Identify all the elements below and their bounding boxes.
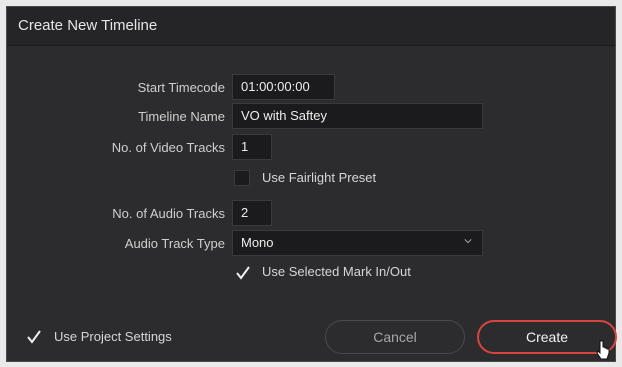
audio-track-type-value: Mono bbox=[241, 235, 274, 250]
video-tracks-label: No. of Video Tracks bbox=[111, 140, 225, 155]
audio-track-type-select[interactable]: Mono bbox=[232, 230, 483, 256]
audio-track-type-label: Audio Track Type bbox=[124, 236, 225, 251]
timeline-name-input[interactable]: VO with Saftey bbox=[232, 103, 483, 129]
video-tracks-input[interactable]: 1 bbox=[232, 134, 272, 160]
start-timecode-input[interactable]: 01:00:00:00 bbox=[232, 74, 335, 100]
fairlight-preset-checkbox[interactable] bbox=[234, 170, 250, 186]
create-new-timeline-dialog: Create New Timeline Start Timecode 01:00… bbox=[6, 6, 617, 362]
chevron-down-icon bbox=[464, 239, 472, 244]
project-settings-checkbox[interactable] bbox=[25, 328, 41, 344]
start-timecode-label: Start Timecode bbox=[137, 80, 225, 95]
selected-mark-label: Use Selected Mark In/Out bbox=[262, 264, 411, 279]
dialog-title: Create New Timeline bbox=[18, 17, 158, 34]
project-settings-label: Use Project Settings bbox=[54, 329, 172, 344]
timeline-name-label: Timeline Name bbox=[138, 109, 225, 124]
checkmark-icon bbox=[27, 330, 41, 344]
audio-tracks-label: No. of Audio Tracks bbox=[112, 206, 225, 221]
cancel-button[interactable]: Cancel bbox=[325, 320, 465, 354]
dialog-titlebar: Create New Timeline bbox=[7, 7, 615, 46]
checkmark-icon bbox=[236, 266, 250, 280]
pointer-cursor-icon bbox=[596, 340, 610, 360]
audio-tracks-input[interactable]: 2 bbox=[232, 200, 272, 226]
selected-mark-checkbox[interactable] bbox=[234, 264, 250, 280]
fairlight-preset-label: Use Fairlight Preset bbox=[262, 170, 377, 185]
